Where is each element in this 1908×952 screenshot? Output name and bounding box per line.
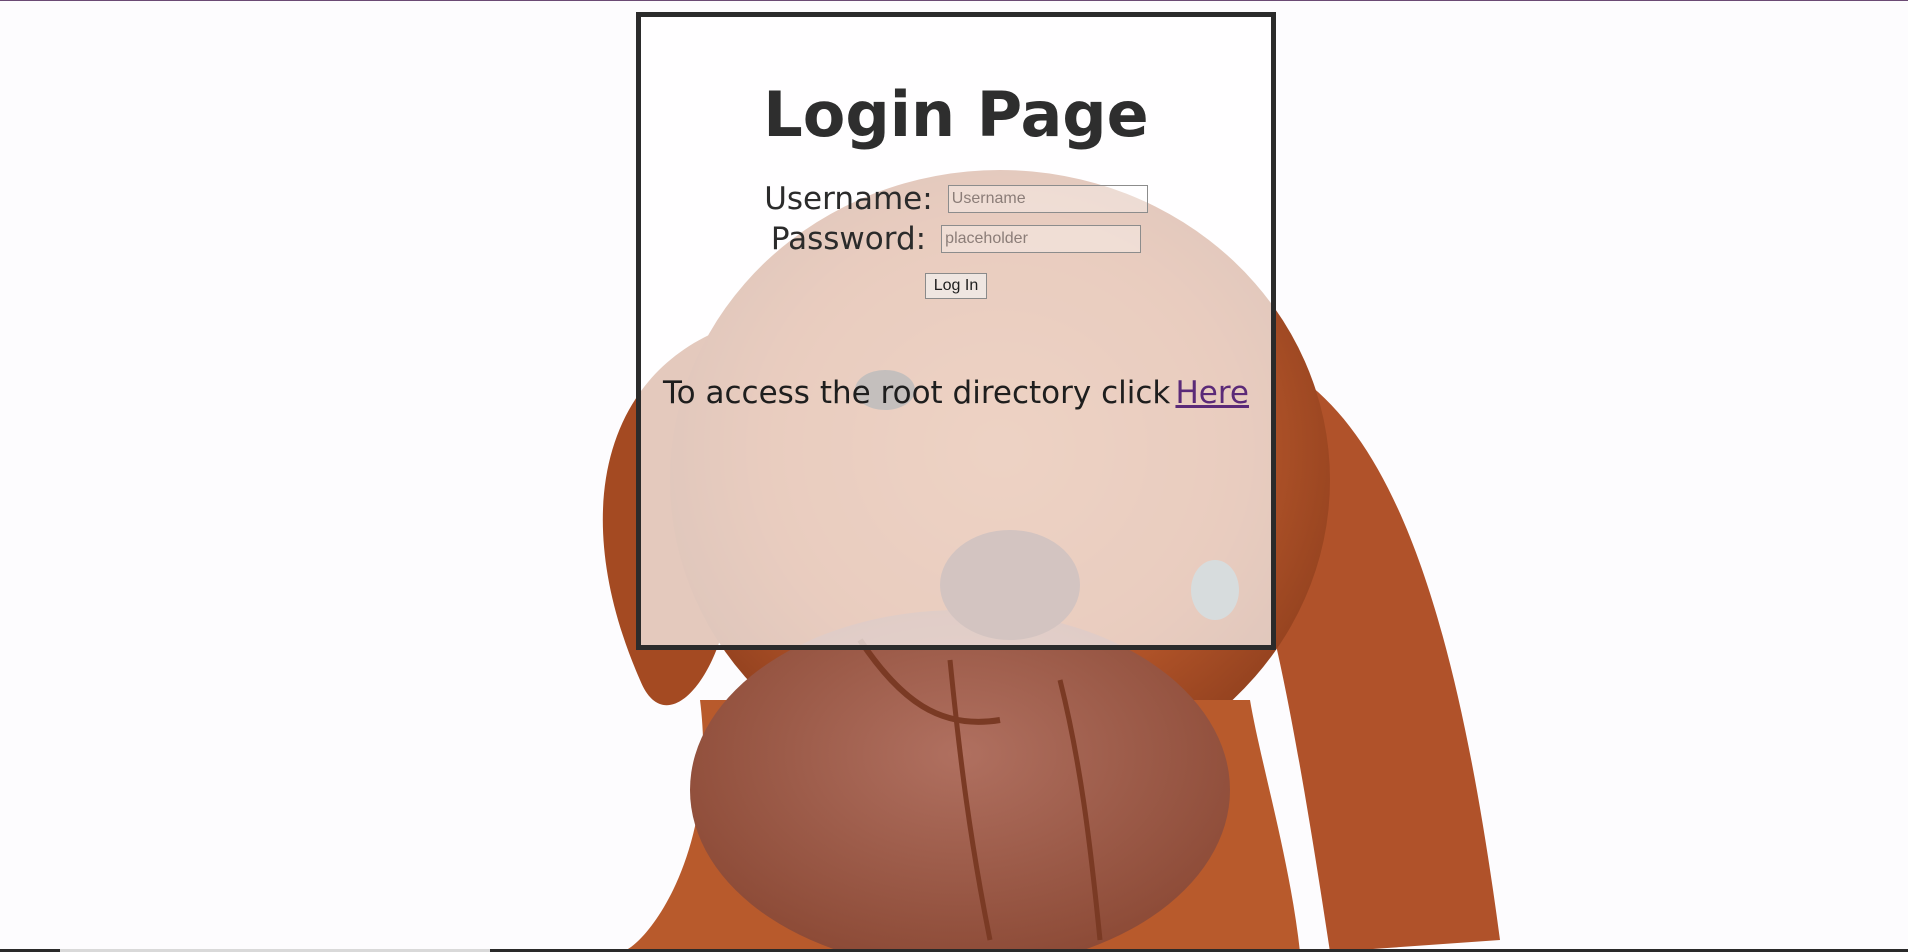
login-button-row: Log In <box>641 273 1271 299</box>
username-input[interactable] <box>947 185 1148 213</box>
password-label: Password: <box>770 221 927 257</box>
password-input[interactable] <box>941 225 1142 253</box>
root-directory-note: To access the root directory click Here <box>641 373 1271 413</box>
root-directory-text: To access the root directory click <box>663 375 1171 411</box>
password-row: Password: <box>641 219 1271 259</box>
login-panel: Login Page Username: Password: Log In To… <box>636 12 1276 650</box>
login-button[interactable]: Log In <box>924 273 988 299</box>
root-directory-link[interactable]: Here <box>1175 375 1249 411</box>
username-label: Username: <box>764 181 933 217</box>
page-title: Login Page <box>763 78 1149 151</box>
username-row: Username: <box>641 179 1271 219</box>
